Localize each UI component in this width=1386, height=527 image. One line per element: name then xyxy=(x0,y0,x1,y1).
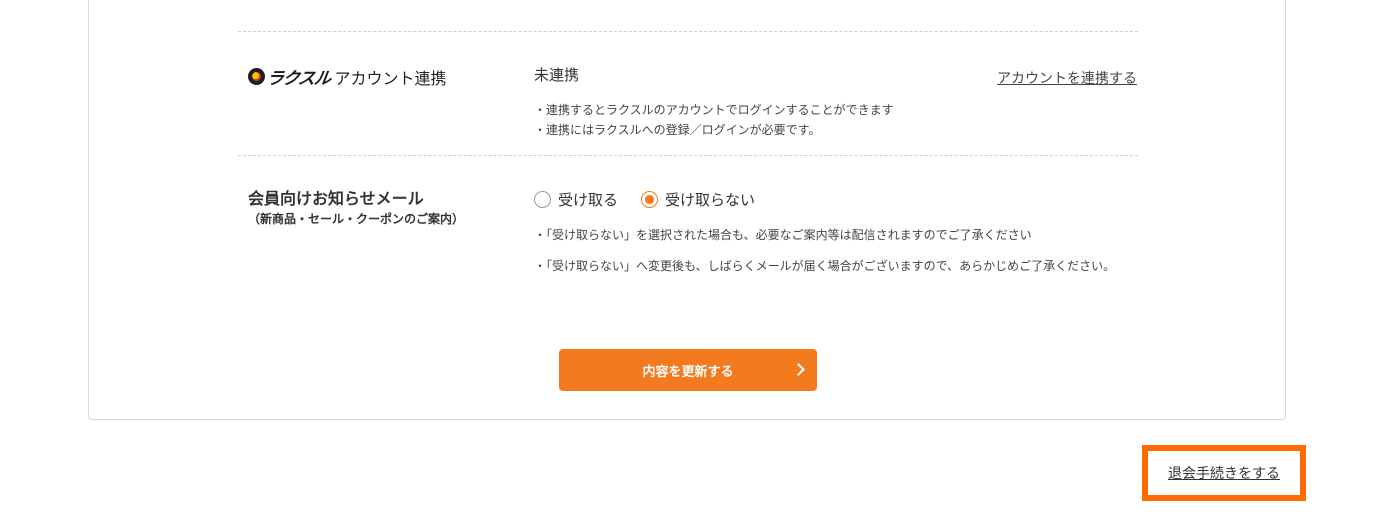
raksul-logo-icon xyxy=(248,68,265,85)
update-button-label: 内容を更新する xyxy=(642,364,734,380)
withdraw-link[interactable]: 退会手続きをする xyxy=(1168,463,1280,483)
account-note-2: ・連携にはラクスルへの登録／ログインが必要です。 xyxy=(534,123,821,137)
link-status: 未連携 xyxy=(534,66,580,84)
radio-not-receive-circle[interactable] xyxy=(641,191,658,208)
newsletter-note-2: ・「受け取らない」へ変更後も、しばらくメールが届く場合がございますので、あらかじ… xyxy=(534,259,1116,273)
raksul-account-label: ラクスル アカウント連携 xyxy=(248,64,447,89)
radio-receive-label: 受け取る xyxy=(558,191,619,209)
newsletter-note-1: ・「受け取らない」を選択された場合も、必要なご案内等は配信されますのでご了承くだ… xyxy=(534,228,1032,242)
account-link-label: アカウント連携 xyxy=(334,68,447,88)
connect-account-link[interactable]: アカウントを連携する xyxy=(997,68,1137,88)
chevron-right-icon xyxy=(792,363,805,376)
account-note-1: ・連携するとラクスルのアカウントでログインすることができます xyxy=(534,103,894,117)
update-button[interactable]: 内容を更新する xyxy=(559,349,817,391)
divider xyxy=(238,31,1138,32)
radio-not-receive-label: 受け取らない xyxy=(665,191,756,209)
divider xyxy=(238,155,1138,156)
withdraw-highlight: 退会手続きをする xyxy=(1142,445,1306,501)
radio-not-receive[interactable]: 受け取らない xyxy=(641,189,755,210)
raksul-brand-text: ラクスル xyxy=(265,69,332,89)
radio-receive-circle[interactable] xyxy=(534,191,551,208)
radio-receive[interactable]: 受け取る xyxy=(534,189,618,210)
newsletter-title: 会員向けお知らせメール xyxy=(248,189,424,208)
newsletter-subtitle: （新商品・セール・クーポンのご案内） xyxy=(248,212,465,226)
